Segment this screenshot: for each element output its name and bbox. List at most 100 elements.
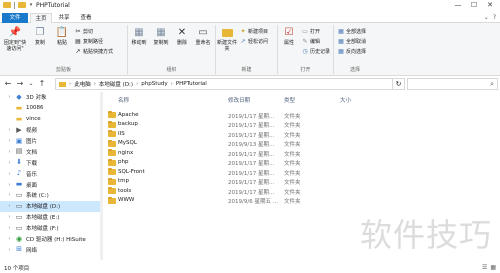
tab-file[interactable]: 文件 [2,13,28,23]
breadcrumb-this-pc[interactable]: 此电脑 [74,80,91,88]
sidebar-item[interactable]: › ▭ 本地磁盘 (D:) [0,200,100,212]
history-button[interactable]: ◷ 历史记录 [302,48,330,55]
copy-to-button[interactable]: ▦ 复制到 [150,27,172,47]
column-header-size[interactable]: 大小 [340,96,351,105]
invert-selection-icon: ▦ [338,47,344,55]
maximize-button[interactable]: ☐ [466,0,482,11]
search-input[interactable]: ⌕ [407,78,498,90]
copy-button[interactable]: ❐ 复制 [29,27,51,47]
large-icons-view-icon[interactable]: ▦ [490,264,496,271]
copy-to-icon: ▦ [156,27,166,38]
copy-path-button[interactable]: ▤ 复制路径 [75,38,113,45]
tab-share[interactable]: 共享 [54,13,74,23]
file-type: 文件夹 [284,170,301,177]
file-row[interactable]: tmp 2019/1/17 星期... 文件夹 [104,177,500,186]
new-item-button[interactable]: ✦ 新建项目 [240,28,268,35]
breadcrumb-drive-d[interactable]: 本地磁盘 (D:) [99,80,133,88]
up-button[interactable]: ↑ [37,79,47,89]
back-button[interactable]: ← [3,79,13,89]
expand-chevron-icon[interactable]: › [7,247,12,253]
breadcrumb-phptutorial[interactable]: PHPTutorial [176,81,207,87]
file-row[interactable]: backup 2019/1/17 星期... 文件夹 [104,120,500,129]
file-row[interactable]: WWW 2019/9/6 星期五 ... 文件夹 [104,196,500,205]
sidebar-item[interactable]: › ▭ 系统 (C:) [0,190,100,201]
select-all-button[interactable]: ▦ 全部选择 [338,28,366,35]
new-folder-quick-icon[interactable] [18,2,26,8]
watermark-text: 软件技巧 [360,216,493,254]
sidebar-item[interactable]: ▬ vince [0,114,100,125]
move-to-label: 移动到 [131,40,147,46]
drive-icon: ▭ [15,223,23,232]
recent-locations-button[interactable]: ⌄ [26,79,36,89]
sidebar-item[interactable]: › ▭ 本地磁盘 (F:) [0,223,100,234]
expand-chevron-icon[interactable]: › [7,149,12,155]
expand-chevron-icon[interactable]: › [7,203,12,209]
file-row[interactable]: tools 2019/1/17 星期... 文件夹 [104,186,500,196]
sidebar-item[interactable]: ▬ 10086 [0,103,100,114]
column-header-type[interactable]: 类型 [284,96,295,105]
edit-button[interactable]: ✎ 编辑 [302,38,330,45]
sidebar-item[interactable]: › ▭ 本地磁盘 (E:) [0,212,100,223]
minimize-button[interactable]: — [450,0,466,11]
paste-button[interactable]: 📋 粘贴 [51,27,73,47]
move-to-button[interactable]: ▦ 移动到 [128,27,150,47]
column-header-date[interactable]: 修改日期 [228,96,250,105]
view-switcher: ☰ ▦ [482,264,496,271]
navigation-pane-scrollbar[interactable] [100,92,103,260]
expand-chevron-icon[interactable]: › [7,94,12,100]
file-row[interactable]: nginx 2019/1/17 星期... 文件夹 [104,148,500,158]
sidebar-item[interactable]: › ◉ CD 驱动器 (H:) HiSuite [0,234,100,245]
paste-shortcut-button[interactable]: ↗ 粘贴快捷方式 [75,48,113,55]
expand-chevron-icon[interactable]: › [7,236,12,242]
tab-home[interactable]: 主页 [30,13,52,23]
easy-access-button[interactable]: ↗ 轻松访问 [240,38,268,45]
rename-button[interactable]: ▭ 重命名 [192,27,214,47]
delete-button[interactable]: ✕ 删除 [171,27,193,47]
address-bar[interactable]: › 此电脑 › 本地磁盘 (D:) › phpStudy › PHPTutori… [55,78,405,90]
expand-chevron-icon[interactable]: › [7,160,12,166]
sidebar-item[interactable]: › ▬ 桌面 [0,179,100,190]
cut-button[interactable]: ✂ 剪切 [75,28,113,35]
sidebar-item-label: 本地磁盘 (F:) [26,226,59,233]
expand-chevron-icon[interactable]: › [7,171,12,177]
sidebar-item[interactable]: › ◆ 3D 对象 [0,92,100,103]
expand-chevron-icon[interactable]: › [7,192,12,198]
close-button[interactable]: ✕ [482,0,498,11]
help-icon[interactable]: ? [493,14,496,21]
new-folder-button[interactable]: 新建文件夹 [216,27,238,52]
file-row[interactable]: SQL-Front 2019/1/17 星期... 文件夹 [104,167,500,177]
refresh-icon[interactable]: ↻ [392,79,404,89]
sidebar-item[interactable]: › ▶ 视频 [0,125,100,136]
file-row[interactable]: MySQL 2019/9/13 星期... 文件夹 [104,139,500,148]
expand-chevron-icon[interactable]: › [7,138,12,144]
forward-button[interactable]: → [15,79,25,89]
pin-quick-access-button[interactable]: 📌 固定到"快速访问" [3,27,27,53]
expand-chevron-icon[interactable]: › [7,225,12,231]
file-row[interactable]: IIS 2019/1/17 星期... 文件夹 [104,129,500,139]
sidebar-item-label: 本地磁盘 (D:) [26,204,61,211]
expand-chevron-icon[interactable]: › [7,127,12,133]
invert-selection-button[interactable]: ▦ 反向选择 [338,48,366,55]
file-modified-date: 2019/1/17 星期... [228,123,275,129]
sidebar-item[interactable]: › ▤ 文档 [0,146,100,157]
breadcrumb-phpstudy[interactable]: phpStudy [141,81,167,87]
open-button[interactable]: ▭ 打开 [302,28,330,35]
desktop-icon: ▬ [15,180,23,189]
expand-chevron-icon[interactable]: › [7,214,12,220]
sidebar-item[interactable]: › ♪ 音乐 [0,168,100,179]
file-row[interactable]: Apache 2019/1/17 星期... 文件夹 [104,110,500,120]
properties-button[interactable]: ☑ 属性 [278,27,300,47]
details-view-icon[interactable]: ☰ [482,264,487,271]
sidebar-item[interactable]: › ▣ 图片 [0,136,100,147]
sidebar-item[interactable]: › ⊞ 网络 [0,244,100,255]
collapse-ribbon-icon[interactable]: ⌄ [484,14,489,21]
folder-icon [108,168,116,175]
select-none-button[interactable]: ▦ 全部取消 [338,38,366,45]
folder-icon [108,111,116,118]
customize-toolbar-icon[interactable]: ▾ [28,2,34,8]
expand-chevron-icon[interactable]: › [7,182,12,188]
tab-view[interactable]: 查看 [76,13,96,23]
sidebar-item[interactable]: › ⬇ 下载 [0,157,100,168]
column-header-name[interactable]: 名称 [118,96,129,105]
file-row[interactable]: php 2019/1/17 星期... 文件夹 [104,158,500,167]
